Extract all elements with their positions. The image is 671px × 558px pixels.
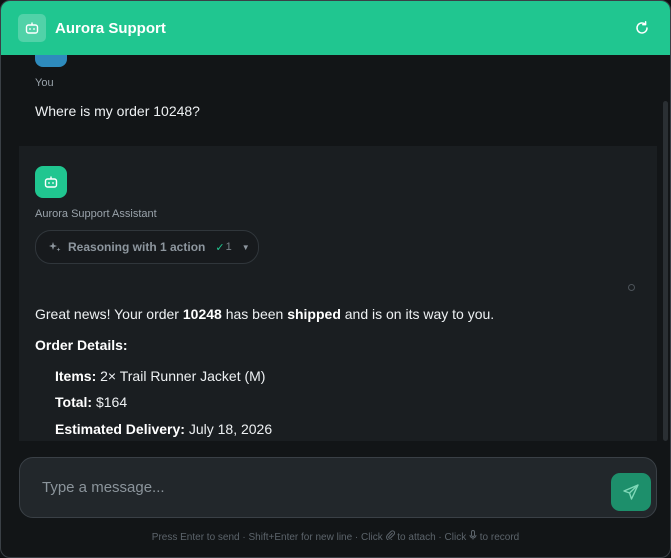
- chat-header: Aurora Support: [1, 1, 670, 55]
- detail-value: 2× Trail Runner Jacket (M): [96, 368, 266, 384]
- detail-label: Total:: [55, 394, 93, 410]
- reasoning-toggle[interactable]: Reasoning with 1 action ✓ 1 ▼: [35, 230, 259, 264]
- detail-value: $164: [92, 394, 128, 410]
- user-message-text: Where is my order 10248?: [35, 103, 200, 119]
- refresh-icon[interactable]: [634, 20, 650, 36]
- send-button[interactable]: [611, 473, 651, 511]
- scrollbar[interactable]: [663, 101, 668, 441]
- chevron-down-icon: ▼: [241, 242, 250, 252]
- assistant-avatar: [35, 166, 67, 198]
- detail-label: Items:: [55, 368, 97, 384]
- order-status: shipped: [287, 306, 341, 322]
- answer-prefix: Great news! Your order: [35, 306, 183, 322]
- answer-suffix: and is on its way to you.: [340, 306, 495, 322]
- microphone-icon: [469, 530, 477, 540]
- message-composer: [19, 457, 657, 518]
- hint-text: Press Enter to send · Shift+Enter for ne…: [151, 532, 386, 543]
- user-sender-name: You: [35, 77, 54, 89]
- chat-window: Aurora Support You Where is my order 102…: [0, 0, 671, 558]
- message-list[interactable]: You Where is my order 10248? Aurora Supp…: [1, 55, 670, 441]
- paperclip-icon: [385, 530, 395, 541]
- resize-handle[interactable]: [628, 284, 635, 291]
- action-count: 1: [225, 241, 232, 253]
- robot-icon: [18, 14, 46, 42]
- robot-icon: [44, 176, 58, 188]
- order-number: 10248: [182, 306, 222, 322]
- detail-total: Total: $164: [55, 394, 127, 410]
- assistant-sender-name: Aurora Support Assistant: [35, 208, 157, 220]
- message-input[interactable]: [20, 458, 602, 517]
- detail-items: Items: 2× Trail Runner Jacket (M): [55, 368, 265, 384]
- assistant-answer: Great news! Your order 10248 has been sh…: [35, 306, 494, 322]
- hint-text: to record: [476, 532, 520, 543]
- check-icon: ✓: [215, 241, 225, 254]
- chat-title: Aurora Support: [55, 19, 166, 37]
- detail-delivery: Estimated Delivery: July 18, 2026: [55, 421, 272, 437]
- assistant-message: Aurora Support Assistant Reasoning with …: [19, 146, 657, 441]
- detail-label: Estimated Delivery:: [55, 421, 185, 437]
- sparkle-icon: [49, 242, 61, 252]
- reasoning-label: Reasoning with 1 action: [68, 240, 206, 254]
- hint-text: to attach · Click: [394, 532, 469, 543]
- detail-value: July 18, 2026: [184, 421, 273, 437]
- user-avatar: [35, 55, 67, 67]
- answer-middle: has been: [221, 306, 288, 322]
- order-details-title: Order Details:: [35, 337, 128, 353]
- input-hint: Press Enter to send · Shift+Enter for ne…: [1, 530, 670, 543]
- send-icon: [623, 484, 639, 500]
